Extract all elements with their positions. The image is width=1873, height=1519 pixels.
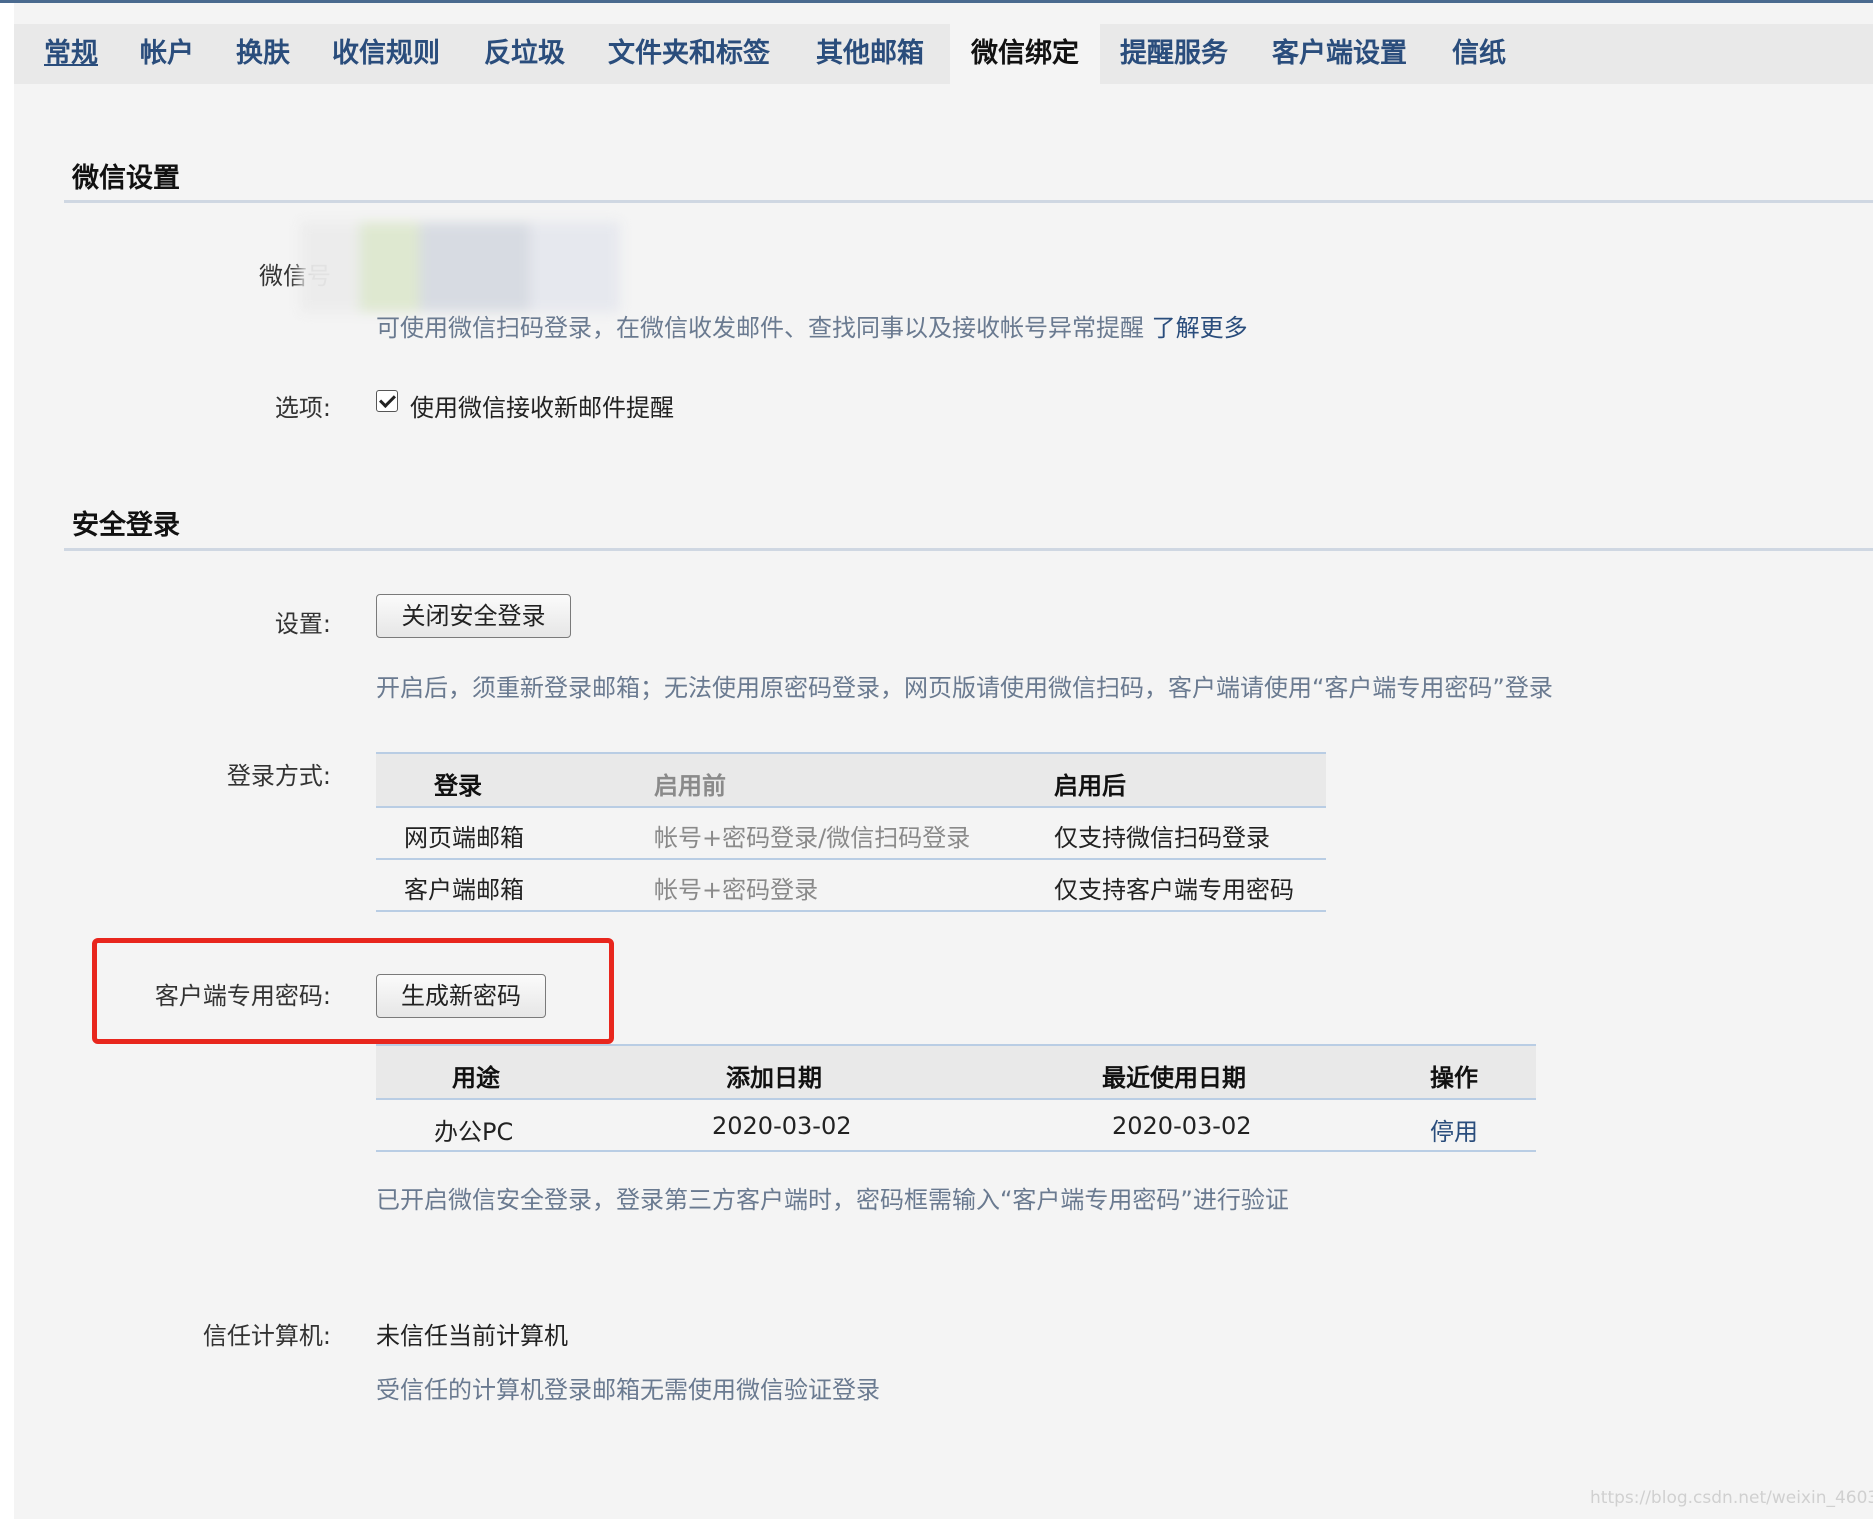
tab-anti-spam[interactable]: 反垃圾	[484, 24, 565, 84]
blurred-wechat-account	[300, 222, 620, 312]
tab-reminder-service[interactable]: 提醒服务	[1120, 24, 1228, 84]
settings-tab-bar	[14, 24, 1873, 84]
client-password-label: 客户端专用密码:	[154, 982, 331, 1010]
header-divider	[376, 806, 1326, 808]
table-row-web-before: 帐号+密码登录/微信扫码登录	[654, 824, 971, 852]
option-label: 选项:	[274, 394, 331, 422]
table-row-last-used-date: 2020-03-02	[1112, 1112, 1252, 1140]
left-margin	[0, 3, 14, 1519]
watermark: https://blog.csdn.net/weixin_46032860	[1590, 1488, 1873, 1508]
trusted-computer-description: 受信任的计算机登录邮箱无需使用微信验证登录	[376, 1376, 880, 1404]
table-row-client-after: 仅支持客户端专用密码	[1054, 876, 1294, 904]
method-header-after: 启用后	[1054, 772, 1126, 800]
wechat-desc-text: 可使用微信扫码登录，在微信收发邮件、查找同事以及接收帐号异常提醒	[376, 314, 1144, 342]
tab-mail-rules[interactable]: 收信规则	[332, 24, 440, 84]
table-header-row	[376, 1046, 1536, 1098]
secure-login-description: 开启后，须重新登录邮箱；无法使用原密码登录，网页版请使用微信扫码，客户端请使用“…	[376, 674, 1553, 702]
table-bottom-border	[376, 1150, 1536, 1152]
new-mail-reminder-label[interactable]: 使用微信接收新邮件提醒	[410, 388, 674, 423]
trusted-computer-status: 未信任当前计算机	[376, 1322, 568, 1350]
disable-password-link[interactable]: 停用	[1430, 1112, 1478, 1147]
tab-client-settings[interactable]: 客户端设置	[1272, 24, 1407, 84]
new-mail-reminder-checkbox[interactable]	[376, 390, 398, 412]
pwd-header-added: 添加日期	[726, 1064, 822, 1092]
tab-other-mailboxes[interactable]: 其他邮箱	[816, 24, 924, 84]
trusted-computer-label: 信任计算机:	[202, 1322, 331, 1350]
setting-label: 设置:	[274, 610, 331, 638]
table-row-web-after: 仅支持微信扫码登录	[1054, 824, 1270, 852]
tab-account[interactable]: 帐户	[140, 24, 194, 84]
table-row-purpose: 办公PC	[434, 1118, 514, 1146]
table-row-client-login: 客户端邮箱	[404, 876, 524, 904]
table-row-client-before: 帐号+密码登录	[654, 876, 819, 904]
tab-stationery[interactable]: 信纸	[1452, 24, 1506, 84]
table-row-added-date: 2020-03-02	[712, 1112, 852, 1140]
tab-skin[interactable]: 换肤	[236, 24, 290, 84]
method-header-before: 启用前	[654, 772, 726, 800]
tab-folders-labels[interactable]: 文件夹和标签	[608, 24, 770, 84]
login-method-label: 登录方式:	[226, 762, 331, 790]
section-divider	[64, 548, 1873, 551]
tab-general[interactable]: 常规	[44, 24, 98, 84]
pwd-header-action: 操作	[1430, 1064, 1478, 1092]
table-row-web-login: 网页端邮箱	[404, 824, 524, 852]
method-header-login: 登录	[434, 772, 482, 800]
section-divider	[64, 200, 1873, 203]
wechat-section-title: 微信设置	[72, 163, 180, 194]
table-bottom-border	[376, 910, 1326, 912]
table-header-row	[376, 754, 1326, 806]
row-divider	[376, 858, 1326, 860]
login-method-table: 登录 启用前 启用后 网页端邮箱 帐号+密码登录/微信扫码登录 仅支持微信扫码登…	[376, 752, 1326, 914]
pwd-header-last-used: 最近使用日期	[1102, 1064, 1246, 1092]
header-divider	[376, 1098, 1536, 1100]
client-password-description: 已开启微信安全登录，登录第三方客户端时，密码框需输入“客户端专用密码”进行验证	[376, 1186, 1289, 1214]
pwd-header-purpose: 用途	[452, 1064, 500, 1092]
disable-secure-login-button[interactable]: 关闭安全登录	[376, 594, 571, 638]
client-password-table: 用途 添加日期 最近使用日期 操作 办公PC 2020-03-02 2020-0…	[376, 1044, 1536, 1154]
tab-wechat-binding[interactable]: 微信绑定	[950, 24, 1100, 84]
learn-more-link[interactable]: 了解更多	[1152, 314, 1248, 342]
wechat-description: 可使用微信扫码登录，在微信收发邮件、查找同事以及接收帐号异常提醒 了解更多	[376, 308, 1248, 343]
generate-password-button[interactable]: 生成新密码	[376, 974, 546, 1018]
secure-login-section-title: 安全登录	[72, 510, 180, 541]
